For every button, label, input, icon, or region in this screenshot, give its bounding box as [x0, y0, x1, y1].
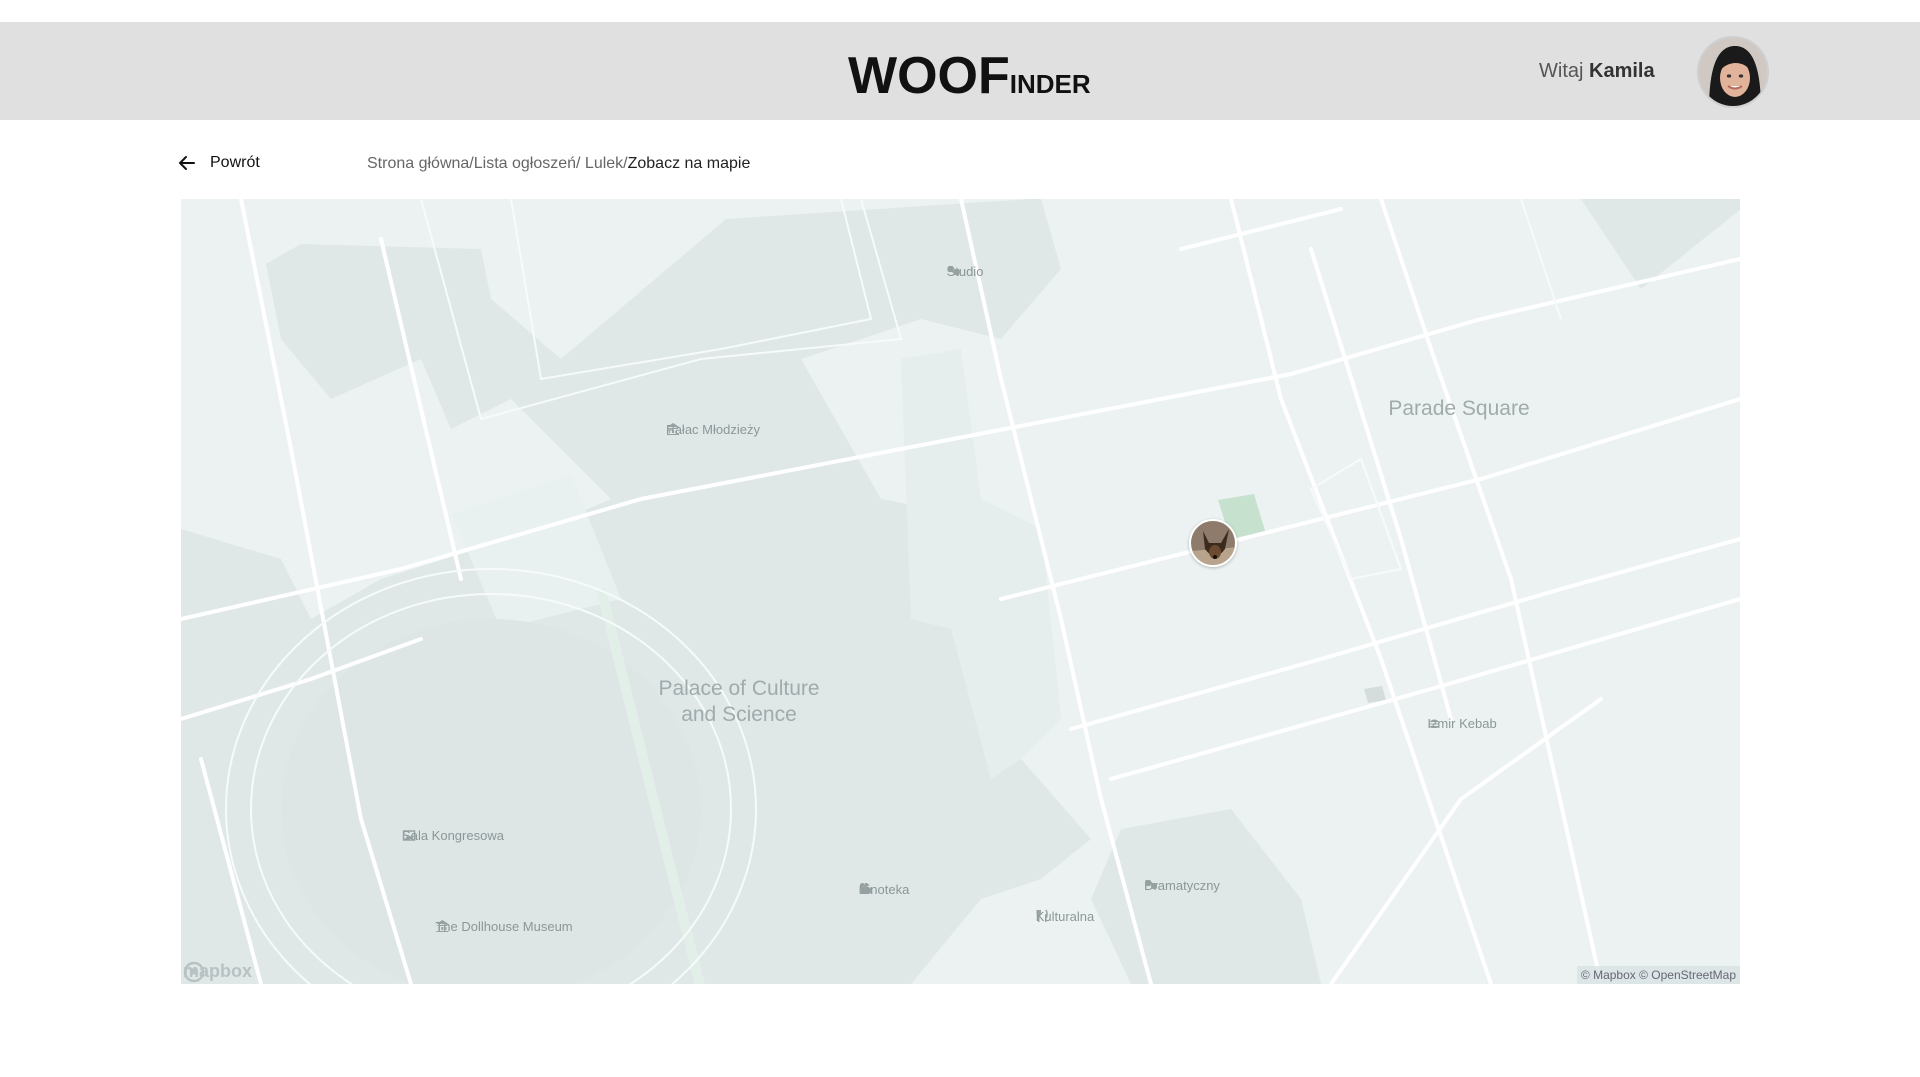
logo-small-text: INDER — [1009, 69, 1091, 99]
poi-palac-mlodziezy-label: Pałac Młodzieży — [666, 422, 760, 437]
poi-dollhouse-museum-label: The Dollhouse Museum — [435, 919, 573, 934]
map-view[interactable]: Parade Square Palace of Culture and Scie… — [181, 199, 1740, 984]
user-name: Kamila — [1589, 60, 1655, 82]
greeting-prefix: Witaj — [1539, 60, 1584, 82]
parade-square-text: Parade Square — [1388, 397, 1530, 420]
fast-food-icon — [1429, 719, 1440, 728]
cinema-icon — [859, 883, 872, 894]
dog-photo — [1191, 521, 1235, 565]
poi-dramatyczny[interactable]: Dramatyczny — [1144, 878, 1220, 893]
breadcrumb-path[interactable]: Strona główna/Lista ogłoszeń/ Lulek/ — [367, 155, 628, 172]
user-avatar[interactable] — [1697, 36, 1769, 108]
map-base-layer — [181, 199, 1740, 984]
avatar-photo — [1699, 38, 1767, 106]
poi-studio[interactable]: Studio — [947, 264, 984, 279]
back-label: Powrót — [210, 154, 260, 171]
back-button[interactable]: Powrót — [178, 154, 260, 172]
theater-icon — [947, 266, 960, 275]
arrow-left-icon — [179, 156, 195, 170]
palace-line2: and Science — [681, 703, 797, 726]
poi-sala-kongresowa-label: Sala Kongresowa — [402, 828, 504, 843]
poi-izmir-kebab[interactable]: Izmir Kebab — [1427, 716, 1496, 731]
poi-kinoteka[interactable]: Kinoteka — [859, 882, 910, 897]
top-bar: WOOFINDER Witaj Kamila — [0, 22, 1920, 120]
mapbox-icon — [183, 961, 205, 983]
poi-palac-mlodziezy[interactable]: Pałac Młodzieży — [666, 422, 760, 437]
label-parade-square: Parade Square — [1388, 396, 1529, 422]
palace-line1: Palace of Culture — [658, 677, 820, 700]
museum-icon — [667, 423, 680, 435]
user-greeting: Witaj Kamila — [1539, 60, 1655, 83]
app-logo[interactable]: WOOFINDER — [848, 46, 1091, 106]
poi-sala-kongresowa[interactable]: Sala Kongresowa — [402, 828, 504, 843]
restaurant-icon — [1036, 909, 1048, 922]
poi-dollhouse-museum[interactable]: The Dollhouse Museum — [435, 919, 572, 934]
mapbox-logo[interactable]: mapbox — [183, 961, 252, 983]
breadcrumb: Strona główna/Lista ogłoszeń/ Lulek/Zoba… — [367, 155, 750, 173]
museum-icon — [436, 920, 449, 932]
breadcrumb-current: Zobacz na mapie — [627, 155, 751, 172]
logo-big-text: WOOF — [848, 47, 1010, 105]
poi-kulturalna[interactable]: Kulturalna — [1036, 909, 1095, 924]
map-attribution[interactable]: © Mapbox © OpenStreetMap — [1576, 966, 1740, 984]
theater-icon — [1145, 880, 1158, 889]
gallery-icon — [402, 830, 416, 841]
label-palace-of-culture: Palace of Culture and Science — [658, 676, 819, 728]
dog-location-marker[interactable] — [1189, 519, 1237, 567]
